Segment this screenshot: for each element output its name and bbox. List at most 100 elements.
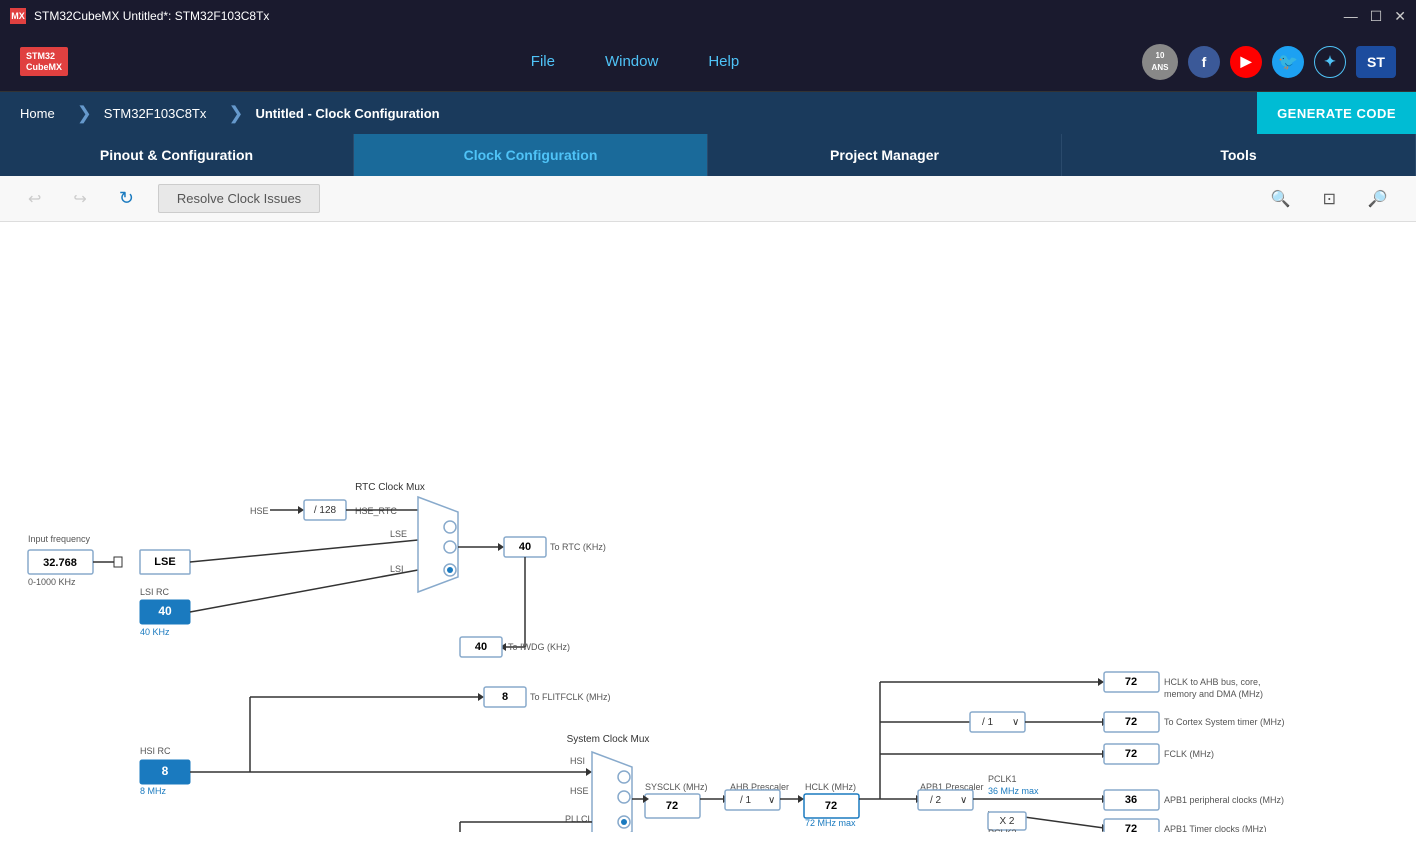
logo-box: STM32CubeMX [20, 47, 68, 77]
rtc-mux-label: RTC Clock Mux [355, 482, 425, 493]
social-icons: 10ANS f ▶ 🐦 ✦ ST [1142, 44, 1396, 80]
iwdg-value: 40 [475, 641, 487, 653]
hclk-label: HCLK (MHz) [805, 782, 856, 792]
sysclk-mhz-label: SYSCLK (MHz) [645, 782, 708, 792]
zoom-out-button[interactable]: 🔍 [1360, 185, 1396, 213]
apb1-div-value: / 2 [930, 795, 942, 806]
pclk1-max: 36 MHz max [988, 786, 1039, 796]
hse-rtc-label: HSE_RTC [355, 506, 397, 516]
cortex-out-value: 72 [1125, 716, 1137, 728]
generate-code-button[interactable]: GENERATE CODE [1257, 92, 1416, 134]
apb1-timer-value: 72 [1125, 823, 1137, 832]
cortex-out-label: To Cortex System timer (MHz) [1164, 717, 1285, 727]
tab-pinout[interactable]: Pinout & Configuration [0, 134, 354, 176]
sys-radio-hsi[interactable] [618, 771, 630, 783]
logo-area: STM32CubeMX [20, 47, 68, 77]
sysclk-value: 72 [666, 800, 678, 812]
rtc-value: 40 [519, 541, 531, 553]
flitf-label: To FLITFCLK (MHz) [530, 692, 611, 702]
connector-sq1 [114, 557, 122, 567]
fclk-value: 72 [1125, 748, 1137, 760]
input-freq1-value: 32.768 [43, 557, 77, 569]
main-content: Input frequency 32.768 0-1000 KHz LSE LS… [0, 222, 1416, 865]
freq1-range: 0-1000 KHz [28, 577, 76, 587]
fclk-label: FCLK (MHz) [1164, 749, 1214, 759]
network-icon[interactable]: ✦ [1314, 46, 1346, 78]
minimize-button[interactable]: — [1344, 8, 1358, 25]
breadcrumb-current: Untitled - Clock Configuration [245, 98, 459, 129]
hse-mux-label: HSE [570, 786, 589, 796]
sys-radio-hse[interactable] [618, 791, 630, 803]
apb1-out-value: 36 [1125, 794, 1137, 806]
breadcrumb-home[interactable]: Home [10, 98, 75, 129]
iwdg-label: To IWDG (KHz) [508, 642, 570, 652]
menu-file[interactable]: File [531, 53, 555, 70]
menu-window[interactable]: Window [605, 53, 658, 70]
anniversary-icon: 10ANS [1142, 44, 1178, 80]
apb1-timer-label: APB1 Timer clocks (MHz) [1164, 824, 1267, 832]
lse-label: LSE [154, 556, 175, 568]
line-lse-mux [190, 540, 418, 562]
app-icon: MX [10, 8, 26, 24]
hclk-max: 72 MHz max [805, 818, 856, 828]
lsi-unit: 40 KHz [140, 627, 170, 637]
lse-rtc-label: LSE [390, 529, 407, 539]
pclk2-label: PCLK2 [988, 828, 1017, 832]
resolve-clock-button[interactable]: Resolve Clock Issues [158, 184, 320, 213]
sys-mux-label: System Clock Mux [567, 734, 650, 745]
sys-radio-pll-filled [621, 819, 627, 825]
zoom-in-button[interactable]: 🔍 [1263, 185, 1299, 213]
tab-project[interactable]: Project Manager [708, 134, 1062, 176]
cortex-div-arrow: ∨ [1012, 717, 1019, 728]
hsi-mux-label: HSI [570, 756, 585, 766]
clock-diagram-svg: Input frequency 32.768 0-1000 KHz LSE LS… [10, 232, 1390, 832]
breadcrumb-device[interactable]: STM32F103C8Tx [94, 98, 227, 129]
tab-bar: Pinout & Configuration Clock Configurati… [0, 134, 1416, 176]
hse-rtc-src: HSE [250, 506, 269, 516]
hsi-unit: 8 MHz [140, 786, 167, 796]
tab-tools[interactable]: Tools [1062, 134, 1416, 176]
maximize-button[interactable]: ☐ [1370, 8, 1383, 25]
toolbar: ↩ ↪ ↻ Resolve Clock Issues 🔍 ⊡ 🔍 [0, 176, 1416, 222]
hclk-value: 72 [825, 800, 837, 812]
flitf-value: 8 [502, 691, 508, 703]
redo-button[interactable]: ↪ [65, 185, 94, 213]
menu-help[interactable]: Help [708, 53, 739, 70]
clock-diagram: Input frequency 32.768 0-1000 KHz LSE LS… [0, 222, 1416, 865]
undo-button[interactable]: ↩ [20, 185, 49, 213]
line-lsi-mux [190, 570, 418, 612]
breadcrumb-sep2: ❯ [228, 103, 243, 124]
breadcrumb: Home ❯ STM32F103C8Tx ❯ Untitled - Clock … [0, 92, 1416, 134]
st-logo-icon: ST [1356, 46, 1396, 78]
facebook-icon[interactable]: f [1188, 46, 1220, 78]
twitter-icon[interactable]: 🐦 [1272, 46, 1304, 78]
arrow-flitf [478, 693, 484, 701]
cortex-div-value: / 1 [982, 717, 994, 728]
lsi-rc-label: LSI RC [140, 587, 170, 597]
tab-clock[interactable]: Clock Configuration [354, 134, 708, 176]
refresh-button[interactable]: ↻ [111, 184, 142, 213]
window-title: STM32CubeMX Untitled*: STM32F103C8Tx [34, 9, 1344, 23]
arrow-mux-rtc [498, 543, 504, 551]
youtube-icon[interactable]: ▶ [1230, 46, 1262, 78]
breadcrumb-sep1: ❯ [77, 103, 92, 124]
pclk1-label: PCLK1 [988, 774, 1017, 784]
apb1-x2-label: X 2 [999, 816, 1014, 827]
menu-items: File Window Help [128, 53, 1142, 70]
arrow-hsi-sysmux [586, 768, 592, 776]
ahb-out-value: 72 [1125, 676, 1137, 688]
arrow-ahb-hclk [798, 795, 804, 803]
rtc-label: To RTC (KHz) [550, 542, 606, 552]
rtc-radio-lse[interactable] [444, 541, 456, 553]
ahb-dropdown-arrow: ∨ [768, 795, 775, 806]
ahb-div-value: / 1 [740, 795, 752, 806]
arrow-hse-128 [298, 506, 304, 514]
ahb-out-label2: memory and DMA (MHz) [1164, 689, 1263, 699]
window-controls: — ☐ ✕ [1344, 8, 1406, 25]
fit-button[interactable]: ⊡ [1315, 185, 1344, 213]
close-button[interactable]: ✕ [1394, 8, 1406, 25]
div128-label: / 128 [314, 505, 337, 516]
arrow-hclk-ahb [1098, 678, 1104, 686]
rtc-radio-hse[interactable] [444, 521, 456, 533]
title-bar: MX STM32CubeMX Untitled*: STM32F103C8Tx … [0, 0, 1416, 32]
